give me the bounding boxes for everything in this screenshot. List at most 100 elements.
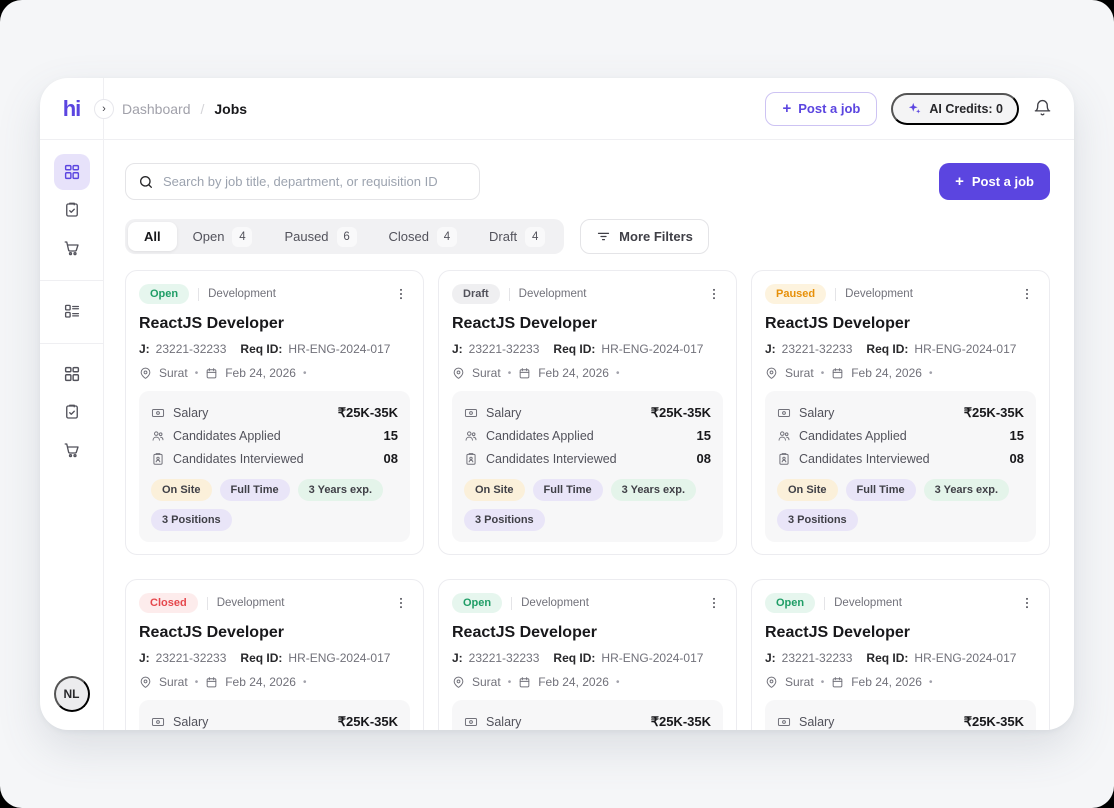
card-menu-button[interactable]	[705, 285, 723, 303]
card-menu-button[interactable]	[392, 594, 410, 612]
job-card[interactable]: Open Development ReactJS Developer J: 23…	[125, 270, 424, 555]
job-card[interactable]: Open Development ReactJS Developer J: 23…	[751, 579, 1050, 730]
stat-value: ₹25K-35K	[964, 714, 1024, 730]
sidebar-item-tasks[interactable]	[54, 192, 90, 228]
job-title: ReactJS Developer	[452, 624, 723, 642]
candidates-icon	[464, 429, 478, 443]
post-job-button-header[interactable]: + Post a job	[765, 92, 877, 126]
job-tag: On Site	[464, 479, 525, 501]
more-filters-label: More Filters	[619, 229, 693, 244]
dot-separator: •	[616, 368, 620, 379]
card-menu-button[interactable]	[392, 285, 410, 303]
stat-row-salary: Salary ₹25K-35K	[151, 710, 398, 730]
post-job-button-primary[interactable]: + Post a job	[939, 163, 1050, 200]
stat-label: Salary	[173, 406, 208, 420]
card-menu-button[interactable]	[705, 594, 723, 612]
card-menu-button[interactable]	[1018, 594, 1036, 612]
stat-row-salary: Salary ₹25K-35K	[464, 710, 711, 730]
tab-open[interactable]: Open4	[177, 222, 269, 251]
job-meta-row: J: 23221-32233 Req ID: HR-ENG-2024-017	[139, 651, 410, 665]
dot-separator: •	[195, 677, 199, 688]
user-avatar[interactable]: NL	[54, 676, 90, 712]
sidebar-item-cart-2[interactable]	[54, 432, 90, 468]
top-bar: hi › Dashboard / Jobs + Post a job	[40, 78, 1074, 140]
job-tag: 3 Positions	[151, 509, 232, 531]
sidebar-item-dashboard[interactable]	[54, 154, 90, 190]
job-location-row: Surat • Feb 24, 2026 •	[765, 675, 1036, 689]
date-label: Feb 24, 2026	[538, 675, 609, 689]
stat-value: ₹25K-35K	[651, 405, 711, 421]
job-title: ReactJS Developer	[139, 624, 410, 642]
job-card[interactable]: Open Development ReactJS Developer J: 23…	[438, 579, 737, 730]
stat-value: 08	[384, 451, 398, 466]
department-label: Development	[521, 597, 589, 609]
shopping-cart-icon	[63, 441, 81, 459]
tab-count-badge: 4	[437, 227, 457, 247]
req-id-label: Req ID:	[553, 651, 595, 665]
salary-icon	[777, 715, 791, 729]
tab-closed[interactable]: Closed4	[373, 222, 473, 251]
card-menu-button[interactable]	[1018, 285, 1036, 303]
stat-label: Salary	[173, 715, 208, 729]
more-filters-button[interactable]: More Filters	[580, 219, 709, 254]
stat-label: Candidates Applied	[173, 429, 281, 443]
department-label: Development	[845, 288, 913, 300]
tab-draft[interactable]: Draft4	[473, 222, 561, 251]
stat-value: ₹25K-35K	[338, 405, 398, 421]
shopping-cart-icon	[63, 239, 81, 257]
stat-value: ₹25K-35K	[964, 405, 1024, 421]
stat-row-salary: Salary ₹25K-35K	[151, 401, 398, 424]
notifications-button[interactable]	[1033, 99, 1052, 118]
interview-clipboard-icon	[151, 452, 165, 466]
stat-label: Salary	[486, 406, 521, 420]
sidebar-item-list[interactable]	[54, 293, 90, 329]
date-label: Feb 24, 2026	[851, 675, 922, 689]
job-meta-row: J: 23221-32233 Req ID: HR-ENG-2024-017	[765, 651, 1036, 665]
job-card[interactable]: Draft Development ReactJS Developer J: 2…	[438, 270, 737, 555]
stat-label: Salary	[799, 406, 834, 420]
stat-value: 08	[697, 451, 711, 466]
job-id-value: 23221-32233	[782, 342, 853, 356]
header-divider	[824, 597, 825, 610]
sidebar-collapse-button[interactable]: ›	[94, 99, 114, 119]
map-pin-icon	[139, 367, 152, 380]
chevron-right-icon: ›	[102, 103, 106, 115]
job-id-value: 23221-32233	[156, 651, 227, 665]
job-stats-box: Salary ₹25K-35K Candidates Applied 15 Ca…	[452, 700, 723, 730]
search-input[interactable]	[163, 174, 467, 189]
job-card[interactable]: Closed Development ReactJS Developer J: …	[125, 579, 424, 730]
map-pin-icon	[765, 367, 778, 380]
req-id-value: HR-ENG-2024-017	[288, 651, 390, 665]
job-tag: 3 Years exp.	[924, 479, 1009, 501]
job-stats-box: Salary ₹25K-35K Candidates Applied 15 Ca…	[765, 700, 1036, 730]
post-job-label: Post a job	[972, 174, 1034, 189]
bell-icon	[1033, 99, 1052, 118]
tab-count-badge: 6	[337, 227, 357, 247]
req-id-label: Req ID:	[240, 342, 282, 356]
apps-grid-icon	[63, 365, 81, 383]
breadcrumb-jobs: Jobs	[214, 101, 247, 117]
job-title: ReactJS Developer	[765, 624, 1036, 642]
req-id-value: HR-ENG-2024-017	[914, 342, 1016, 356]
job-card-header: Paused Development	[765, 284, 1036, 304]
job-location-row: Surat • Feb 24, 2026 •	[139, 675, 410, 689]
job-location-row: Surat • Feb 24, 2026 •	[765, 366, 1036, 380]
job-id-label: J:	[765, 342, 776, 356]
sidebar-item-apps[interactable]	[54, 356, 90, 392]
tab-all[interactable]: All	[128, 222, 177, 251]
job-tags-row: On SiteFull Time3 Years exp.3 Positions	[151, 479, 398, 531]
dot-separator: •	[195, 368, 199, 379]
search-row: + Post a job	[125, 163, 1050, 200]
job-card-header: Open Development	[139, 284, 410, 304]
ai-credits-button[interactable]: AI Credits: 0	[891, 93, 1019, 125]
plus-icon: +	[782, 100, 791, 117]
breadcrumb-dashboard[interactable]: Dashboard	[122, 101, 191, 117]
dashboard-grid-icon	[63, 163, 81, 181]
calendar-icon	[205, 367, 218, 380]
job-card[interactable]: Paused Development ReactJS Developer J: …	[751, 270, 1050, 555]
dot-separator: •	[303, 368, 307, 379]
sidebar-item-cart[interactable]	[54, 230, 90, 266]
sidebar-item-tasks-2[interactable]	[54, 394, 90, 430]
tab-paused[interactable]: Paused6	[268, 222, 372, 251]
date-label: Feb 24, 2026	[225, 675, 296, 689]
